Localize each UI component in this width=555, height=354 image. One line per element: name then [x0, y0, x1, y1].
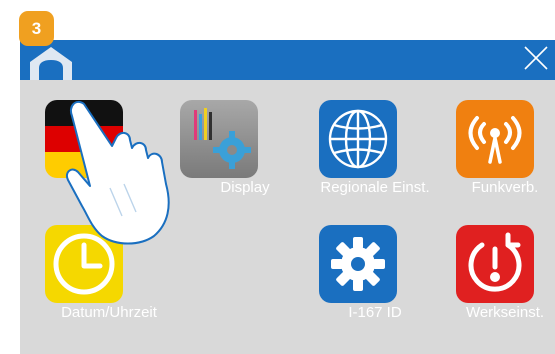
tile-i167-id[interactable]: I-167 ID — [305, 225, 445, 345]
step-badge: 3 — [19, 11, 54, 46]
tile-regionale-einst[interactable]: Regionale Einst. — [305, 100, 445, 220]
home-icon[interactable] — [26, 44, 76, 80]
pointing-hand-icon — [66, 100, 170, 245]
tile-label: Werkseinst. — [465, 304, 545, 321]
tile-label: Funkverb. — [471, 179, 539, 196]
gear-icon — [319, 225, 397, 303]
tile-label: Datum/Uhrzeit — [61, 304, 157, 321]
factory-reset-icon — [456, 225, 534, 303]
close-icon[interactable] — [522, 44, 550, 72]
header-bar — [20, 40, 555, 80]
radio-signal-icon — [456, 100, 534, 178]
globe-icon — [319, 100, 397, 178]
tile-funkverb[interactable]: Funkverb. — [435, 100, 555, 220]
tile-werkseinst[interactable]: Werkseinst. — [435, 225, 555, 345]
